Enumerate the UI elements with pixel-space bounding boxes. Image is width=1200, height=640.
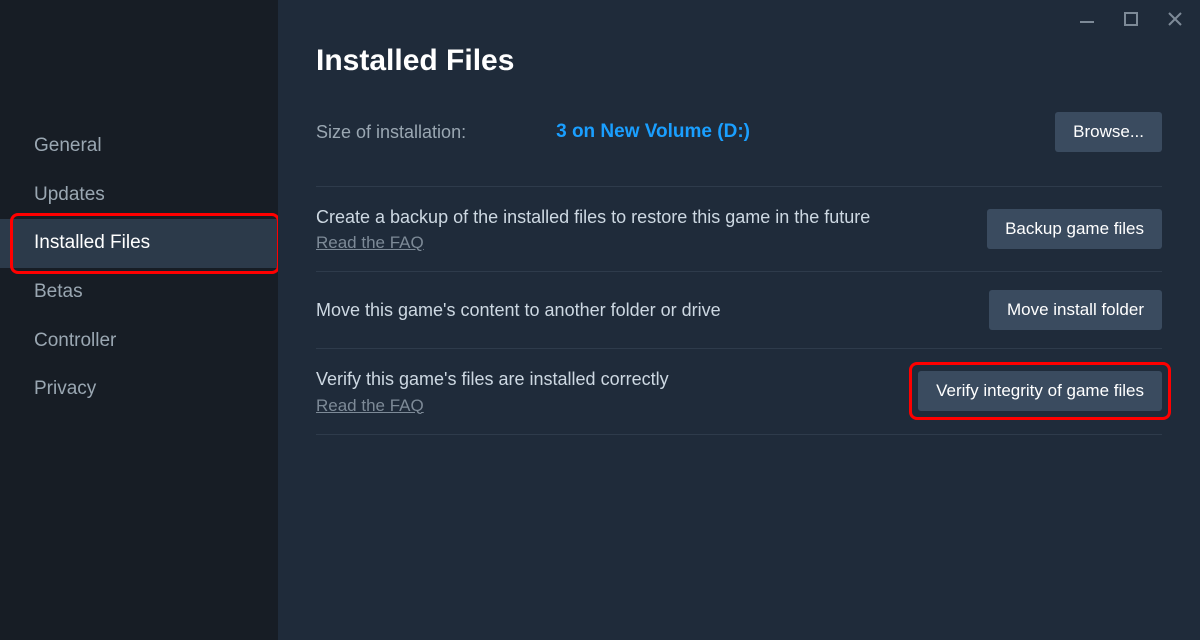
verify-faq-link[interactable]: Read the FAQ xyxy=(316,396,424,416)
sidebar-item-updates[interactable]: Updates xyxy=(0,171,278,220)
verify-button[interactable]: Verify integrity of game files xyxy=(918,371,1162,411)
sidebar-item-general[interactable]: General xyxy=(0,122,278,171)
backup-row: Create a backup of the installed files t… xyxy=(316,187,1162,271)
backup-description: Create a backup of the installed files t… xyxy=(316,205,916,229)
installation-size-row: Size of installation: 3 on New Volume (D… xyxy=(316,112,1162,186)
move-row: Move this game's content to another fold… xyxy=(316,272,1162,348)
settings-sidebar: General Updates Installed Files Betas Co… xyxy=(0,0,278,640)
installation-size-label: Size of installation: xyxy=(316,122,466,143)
close-icon[interactable] xyxy=(1164,8,1186,30)
verify-row: Verify this game's files are installed c… xyxy=(316,349,1162,433)
backup-button[interactable]: Backup game files xyxy=(987,209,1162,249)
sidebar-item-privacy[interactable]: Privacy xyxy=(0,365,278,414)
sidebar-item-controller[interactable]: Controller xyxy=(0,317,278,366)
backup-faq-link[interactable]: Read the FAQ xyxy=(316,233,424,253)
window-controls xyxy=(1076,8,1186,30)
move-button[interactable]: Move install folder xyxy=(989,290,1162,330)
move-description: Move this game's content to another fold… xyxy=(316,298,916,322)
maximize-icon[interactable] xyxy=(1120,8,1142,30)
browse-button[interactable]: Browse... xyxy=(1055,112,1162,152)
main-panel: Installed Files Size of installation: 3 … xyxy=(278,0,1200,640)
verify-description: Verify this game's files are installed c… xyxy=(316,367,898,391)
sidebar-item-installed-files[interactable]: Installed Files xyxy=(0,219,278,268)
installation-size-value[interactable]: 3 on New Volume (D:) xyxy=(556,121,750,143)
page-title: Installed Files xyxy=(316,44,1162,78)
sidebar-item-betas[interactable]: Betas xyxy=(0,268,278,317)
minimize-icon[interactable] xyxy=(1076,8,1098,30)
